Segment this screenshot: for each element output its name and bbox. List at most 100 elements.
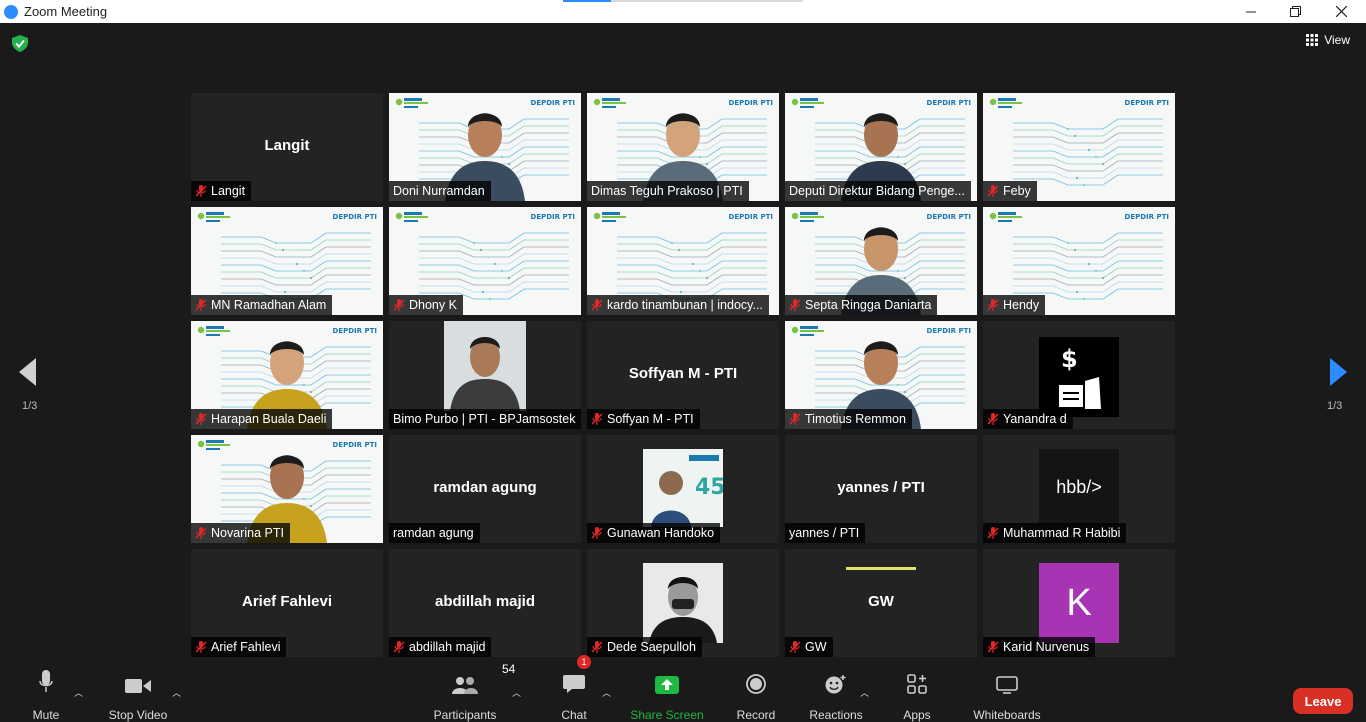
muted-mic-icon — [591, 527, 603, 539]
muted-mic-icon — [789, 299, 801, 311]
stop-video-button[interactable]: Stop Video — [106, 660, 170, 722]
participant-display-name: Arief Fahlevi — [241, 593, 333, 610]
apps-button[interactable]: Apps — [900, 660, 934, 722]
participant-name-label: Bimo Purbo | PTI - BPJamsostek — [389, 409, 581, 429]
page-indicator-right: 1/3 — [1327, 400, 1343, 412]
participant-name-label: Hendy — [983, 295, 1046, 315]
participant-tile[interactable]: Langit Langit — [191, 93, 383, 201]
participant-name: Timotius Remmon — [805, 412, 906, 426]
participant-tile[interactable]: DEPDIR PTI Dimas Teguh Prakoso | PTI — [587, 93, 779, 201]
audio-options-caret[interactable]: ︿ — [74, 686, 83, 699]
participant-name-label: Yanandra d — [983, 409, 1073, 429]
participant-name: abdillah majid — [409, 640, 486, 654]
participants-options-caret[interactable]: ︿ — [512, 686, 521, 699]
participant-tile[interactable]: Dede Saepulloh — [587, 549, 779, 657]
next-page-button[interactable] — [1328, 357, 1348, 392]
participant-tile[interactable]: DEPDIR PTI kardo tinambunan | indocy... — [587, 207, 779, 315]
participant-tile[interactable]: Arief Fahlevi Arief Fahlevi — [191, 549, 383, 657]
mute-button[interactable]: Mute — [26, 660, 66, 722]
participant-tile[interactable]: Soffyan M - PTI Soffyan M - PTI — [587, 321, 779, 429]
participant-tile[interactable]: DEPDIR PTI Hendy — [983, 207, 1175, 315]
participant-tile[interactable]: 45 Gunawan Handoko — [587, 435, 779, 543]
apps-icon — [907, 674, 927, 694]
reactions-button[interactable]: Reactions — [808, 660, 864, 722]
participant-tile[interactable]: DEPDIR PTI Feby — [983, 93, 1175, 201]
title-bar: Zoom Meeting — [0, 0, 1366, 23]
participant-name-label: GW — [785, 637, 833, 657]
participants-button[interactable]: 54 Participants — [430, 660, 516, 722]
whiteboard-icon — [996, 676, 1018, 694]
slide-dept-text: DEPDIR PTI — [728, 99, 773, 107]
close-button[interactable] — [1318, 0, 1364, 23]
muted-mic-icon — [195, 185, 207, 197]
participant-name: Dimas Teguh Prakoso | PTI — [591, 184, 743, 198]
share-screen-button[interactable]: Share Screen — [630, 660, 704, 722]
participant-name: ramdan agung — [393, 526, 474, 540]
participant-display-name: Langit — [264, 137, 310, 154]
arrow-left-icon — [19, 358, 36, 386]
speaking-indicator — [846, 567, 916, 570]
smiley-icon — [825, 675, 846, 694]
participant-name: Doni Nurramdan — [393, 184, 485, 198]
participant-name: Muhammad R Habibi — [1003, 526, 1121, 540]
participant-display-name: GW — [868, 593, 894, 610]
participant-tile[interactable]: yannes / PTI yannes / PTI — [785, 435, 977, 543]
participant-tile[interactable]: $ Yanandra d — [983, 321, 1175, 429]
participant-tile[interactable]: DEPDIR PTI Harapan Buala Daeli — [191, 321, 383, 429]
close-icon — [1335, 6, 1347, 17]
view-button[interactable]: View — [1306, 33, 1350, 47]
participant-name: MN Ramadhan Alam — [211, 298, 327, 312]
participant-tile[interactable]: hbb/> Muhammad R Habibi — [983, 435, 1175, 543]
participant-tile[interactable]: GW GW — [785, 549, 977, 657]
video-options-caret[interactable]: ︿ — [172, 686, 181, 699]
minimize-button[interactable] — [1228, 0, 1274, 23]
participant-name: Septa Ringga Daniarta — [805, 298, 932, 312]
participant-tile[interactable]: DEPDIR PTI Timotius Remmon — [785, 321, 977, 429]
previous-page-button[interactable] — [18, 357, 38, 392]
participant-name: yannes / PTI — [789, 526, 860, 540]
participant-name-label: Novarina PTI — [191, 523, 290, 543]
meeting-toolbar: Mute ︿ Stop Video ︿ 54 Participants ︿ 1 … — [0, 655, 1366, 722]
participant-name-label: Soffyan M - PTI — [587, 409, 700, 429]
participant-tile[interactable]: DEPDIR PTI Doni Nurramdan — [389, 93, 581, 201]
restore-button[interactable] — [1272, 0, 1318, 23]
participant-tile[interactable]: K Karid Nurvenus — [983, 549, 1175, 657]
chat-options-caret[interactable]: ︿ — [602, 686, 611, 699]
participant-tile[interactable]: DEPDIR PTI Dhony K — [389, 207, 581, 315]
slide-dept-text: DEPDIR PTI — [332, 327, 377, 335]
participant-tile[interactable]: DEPDIR PTI Novarina PTI — [191, 435, 383, 543]
participant-name: Dhony K — [409, 298, 457, 312]
participant-grid: Langit Langit DEPDIR PTI Doni Nurramdan DEP… — [191, 93, 1175, 657]
muted-mic-icon — [195, 413, 207, 425]
participant-tile[interactable]: DEPDIR PTI MN Ramadhan Alam — [191, 207, 383, 315]
slide-dept-text: DEPDIR PTI — [926, 99, 971, 107]
avatar-dollar-hand-icon: $ — [1039, 337, 1119, 417]
participant-tile[interactable]: DEPDIR PTI Septa Ringga Daniarta — [785, 207, 977, 315]
participant-tile[interactable]: DEPDIR PTI Deputi Direktur Bidang Penge.… — [785, 93, 977, 201]
leave-button[interactable]: Leave — [1293, 688, 1353, 714]
zoom-logo-icon — [4, 4, 18, 19]
participant-name: Langit — [211, 184, 246, 198]
window-title: Zoom Meeting — [24, 4, 108, 19]
participant-name-label: Dimas Teguh Prakoso | PTI — [587, 181, 749, 201]
participant-tile[interactable]: ramdan agung ramdan agung — [389, 435, 581, 543]
encryption-shield-icon[interactable] — [12, 35, 28, 57]
whiteboards-button[interactable]: Whiteboards — [970, 660, 1044, 722]
reactions-options-caret[interactable]: ︿ — [860, 686, 869, 699]
participant-tile[interactable]: abdillah majid abdillah majid — [389, 549, 581, 657]
participant-display-name: abdillah majid — [434, 593, 536, 610]
participant-tile[interactable]: Bimo Purbo | PTI - BPJamsostek — [389, 321, 581, 429]
avatar: K — [1039, 563, 1119, 643]
participant-name-label: Septa Ringga Daniarta — [785, 295, 938, 315]
record-button[interactable]: Record — [734, 660, 778, 722]
slide-dept-text: DEPDIR PTI — [332, 441, 377, 449]
slide-dept-text: DEPDIR PTI — [926, 327, 971, 335]
share-screen-label: Share Screen — [630, 708, 704, 722]
participant-display-name: yannes / PTI — [837, 479, 925, 496]
drag-handle[interactable] — [563, 0, 803, 2]
muted-mic-icon — [195, 641, 207, 653]
chat-button[interactable]: 1 Chat — [556, 655, 592, 722]
slide-dept-text: DEPDIR PTI — [530, 99, 575, 107]
share-screen-icon — [655, 676, 679, 694]
slide-dept-text: DEPDIR PTI — [1124, 99, 1169, 107]
